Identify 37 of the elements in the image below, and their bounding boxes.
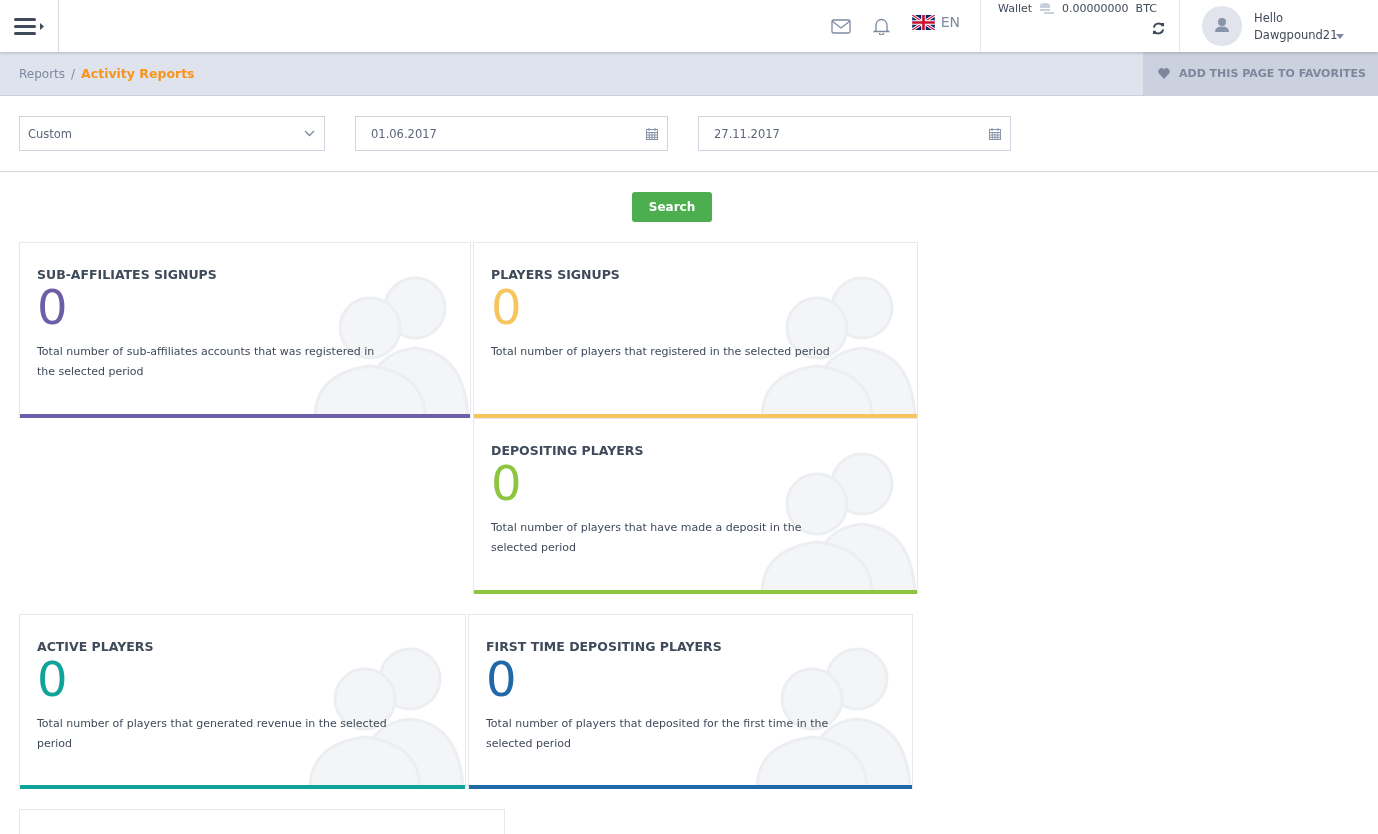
card-title: ACTIVE PLAYERS (37, 639, 155, 654)
card-description: Total number of players that generated revenue in the selected period (37, 716, 387, 752)
date-field[interactable]: 27.11.2017 (698, 116, 1011, 151)
heart-icon (1158, 68, 1170, 79)
card-value: 0 (37, 654, 69, 704)
mail-icon[interactable] (830, 18, 851, 34)
refresh-icon[interactable] (1152, 22, 1165, 35)
wallet-amount: 0.00000000 (1062, 2, 1129, 15)
chevron-down-icon (304, 130, 315, 137)
card-description: Total number of sub-affiliates accounts that was registered in the selected period (37, 344, 376, 380)
language-label[interactable]: EN (940, 14, 960, 30)
menu-icon[interactable] (0, 0, 59, 52)
date-field[interactable]: 01.06.2017 (355, 116, 668, 151)
caret-icon[interactable] (1336, 34, 1344, 39)
uk-flag-icon[interactable] (911, 14, 935, 30)
card-value: 0 (486, 654, 518, 704)
card-value: 0 (491, 282, 523, 332)
period-dropdown[interactable]: Custom (19, 116, 325, 151)
greeting-text: Hello (1254, 9, 1284, 27)
card-description: Total number of players that have made a deposit in the selected period (491, 520, 803, 556)
wallet-currency: BTC (1135, 2, 1157, 15)
card-description: Total number of players that registered in the selected period (491, 344, 831, 360)
breadcrumb-separator: / (71, 66, 76, 81)
card-title: DEPOSITING PLAYERS (491, 443, 645, 458)
card-description: Total number of players that deposited for the first time in the selected period (486, 716, 830, 752)
card-value: 0 (491, 458, 523, 508)
calendar-icon (646, 127, 658, 140)
avatar-icon[interactable] (1202, 6, 1242, 46)
calendar-icon (989, 127, 1001, 140)
card-title: PLAYERS SIGNUPS (491, 267, 621, 282)
wallet-label: Wallet (998, 2, 1033, 15)
card-title: FIRST TIME DEPOSITING PLAYERS (486, 639, 723, 654)
card-title: SUB-AFFILIATES SIGNUPS (37, 267, 218, 282)
card-value: 0 (37, 282, 69, 332)
username[interactable]: Dawgpound21 (1254, 26, 1338, 44)
bell-icon[interactable] (872, 17, 890, 35)
breadcrumb-current: Activity Reports (81, 66, 195, 81)
